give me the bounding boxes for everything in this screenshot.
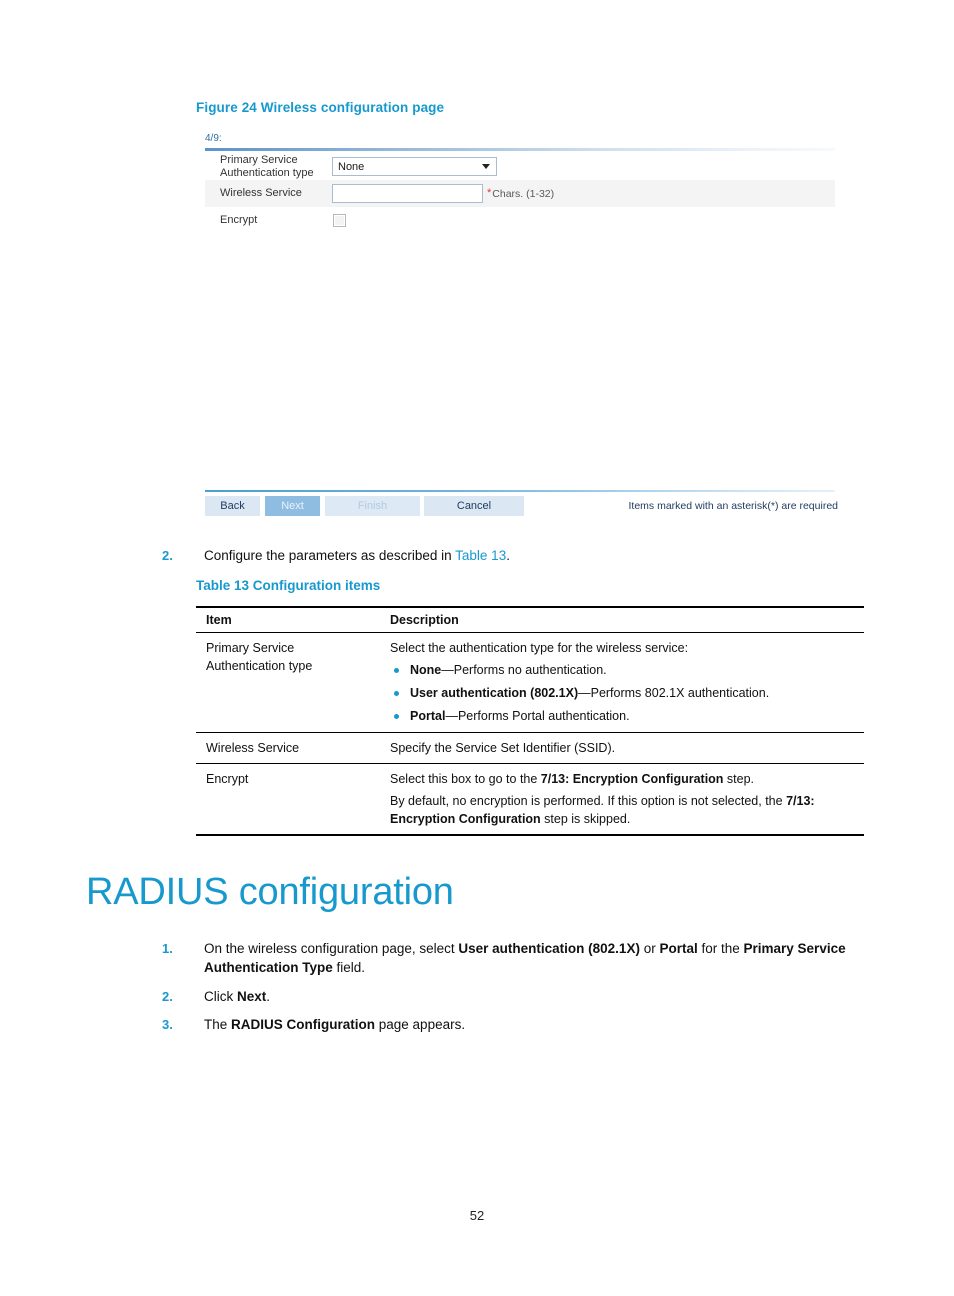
column-header-item: Item xyxy=(206,613,232,627)
r2-b1: Next xyxy=(237,989,267,1004)
document-page: Figure 24 Wireless configuration page 4/… xyxy=(0,0,954,1296)
label-encrypt: Encrypt xyxy=(220,214,258,227)
step-number: 3. xyxy=(162,1017,173,1032)
cell-item-auth-type: Primary Service Authentication type xyxy=(206,641,313,673)
form-row-encrypt: Encrypt xyxy=(205,207,835,234)
required-items-note: Items marked with an asterisk(*) are req… xyxy=(628,500,839,512)
label-wireless-service: Wireless Service xyxy=(220,187,302,200)
bullet-term: User authentication (802.1X) xyxy=(410,686,579,700)
column-header-description: Description xyxy=(390,613,459,627)
encrypt-p2-a: By default, no encryption is performed. … xyxy=(390,794,787,808)
button-bar-divider xyxy=(205,490,835,492)
chevron-down-icon xyxy=(482,164,490,169)
figure-wireless-configuration-panel: 4/9: Primary Service Authentication type… xyxy=(205,133,839,523)
auth-type-bullet-list: None—Performs no authentication. User au… xyxy=(390,661,858,725)
table-row: Primary Service Authentication type Sele… xyxy=(196,633,864,733)
bullet-rest: —Performs Portal authentication. xyxy=(445,709,630,723)
r1-a: On the wireless configuration page, sele… xyxy=(204,941,459,956)
wireless-service-input[interactable] xyxy=(332,184,483,203)
form-row-auth-type: Primary Service Authentication type None xyxy=(205,153,835,180)
table-13-crossreference[interactable]: Table 13 xyxy=(455,548,506,563)
encrypt-p2-c: step is skipped. xyxy=(540,812,631,826)
step-number: 2. xyxy=(162,989,173,1004)
required-asterisk: * xyxy=(487,187,492,199)
bullet-rest: —Performs no authentication. xyxy=(441,663,607,677)
auth-type-selected-value: None xyxy=(338,160,365,173)
table-row: Encrypt Select this box to go to the 7/1… xyxy=(196,764,864,836)
auth-type-select[interactable]: None xyxy=(332,157,497,176)
r3-a: The xyxy=(204,1017,232,1032)
table-header-row: Item Description xyxy=(196,607,864,633)
list-item: None—Performs no authentication. xyxy=(390,661,858,679)
wizard-button-bar: Back Next Finish Cancel Items marked wit… xyxy=(205,496,839,520)
auth-type-intro: Select the authentication type for the w… xyxy=(390,641,689,655)
step-text-before: Configure the parameters as described in xyxy=(204,548,456,563)
field-wireless-service: * Chars. (1-32) xyxy=(332,184,835,203)
step-text: The RADIUS Configuration page appears. xyxy=(204,1015,868,1034)
configuration-items-table: Item Description Primary Service Authent… xyxy=(196,606,864,836)
step-number: 2. xyxy=(162,548,173,563)
encrypt-paragraph-2: By default, no encryption is performed. … xyxy=(390,792,858,828)
encrypt-p1-a: Select this box to go to the xyxy=(390,772,541,786)
table-row: Wireless Service Specify the Service Set… xyxy=(196,733,864,764)
step-text-after: . xyxy=(506,548,510,563)
r3-b1: RADIUS Configuration xyxy=(231,1017,376,1032)
configuration-form: Primary Service Authentication type None… xyxy=(205,153,835,234)
radius-step-2: 2. Click Next. xyxy=(162,987,868,1006)
table-body: Primary Service Authentication type Sele… xyxy=(196,633,864,836)
cell-item-wireless-service: Wireless Service xyxy=(206,741,300,755)
r1-e: field. xyxy=(332,960,366,975)
back-button[interactable]: Back xyxy=(205,496,260,516)
panel-divider xyxy=(205,148,835,151)
step-text: On the wireless configuration page, sele… xyxy=(204,939,868,977)
cell-description-auth-type: Select the authentication type for the w… xyxy=(380,633,864,733)
figure-caption: Figure 24 Wireless configuration page xyxy=(196,100,445,115)
r1-d: for the xyxy=(697,941,744,956)
encrypt-p1-b: 7/13: Encryption Configuration xyxy=(540,772,724,786)
cell-item-encrypt: Encrypt xyxy=(206,772,249,786)
step-number: 1. xyxy=(162,941,173,956)
r1-b2: Portal xyxy=(659,941,698,956)
page-number: 52 xyxy=(469,1208,485,1223)
wireless-service-hint: Chars. (1-32) xyxy=(492,187,555,200)
table-caption: Table 13 Configuration items xyxy=(196,578,381,593)
bullet-term: None xyxy=(410,663,442,677)
step-text: Click Next. xyxy=(204,987,868,1006)
wizard-step-label: 4/9: xyxy=(205,133,222,144)
cell-description-wireless-service: Specify the Service Set Identifier (SSID… xyxy=(390,741,616,755)
r2-c: . xyxy=(266,989,271,1004)
list-item: Portal—Performs Portal authentication. xyxy=(390,707,858,725)
bullet-term: Portal xyxy=(410,709,446,723)
step-text: Configure the parameters as described in… xyxy=(204,546,862,565)
bullet-rest: —Performs 802.1X authentication. xyxy=(578,686,770,700)
finish-button: Finish xyxy=(325,496,420,516)
r2-a: Click xyxy=(204,989,237,1004)
r1-c: or xyxy=(639,941,660,956)
cell-description-encrypt: Select this box to go to the 7/13: Encry… xyxy=(380,764,864,836)
page-title: RADIUS configuration xyxy=(86,871,454,913)
cancel-button[interactable]: Cancel xyxy=(424,496,524,516)
encrypt-checkbox[interactable] xyxy=(333,214,346,227)
table-head: Item Description xyxy=(196,607,864,633)
list-item: User authentication (802.1X)—Performs 80… xyxy=(390,684,858,702)
label-primary-service-auth-type: Primary Service Authentication type xyxy=(220,154,314,179)
r3-c: page appears. xyxy=(375,1017,466,1032)
field-auth-type: None xyxy=(332,157,835,176)
encrypt-p1-c: step. xyxy=(723,772,755,786)
encrypt-paragraph-1: Select this box to go to the 7/13: Encry… xyxy=(390,770,858,788)
radius-step-3: 3. The RADIUS Configuration page appears… xyxy=(162,1015,868,1034)
next-button[interactable]: Next xyxy=(265,496,320,516)
step-configure-parameters: 2. Configure the parameters as described… xyxy=(162,546,862,565)
form-row-wireless-service: Wireless Service * Chars. (1-32) xyxy=(205,180,835,207)
r1-b1: User authentication (802.1X) xyxy=(458,941,640,956)
field-encrypt xyxy=(332,214,835,227)
radius-step-1: 1. On the wireless configuration page, s… xyxy=(162,939,868,977)
